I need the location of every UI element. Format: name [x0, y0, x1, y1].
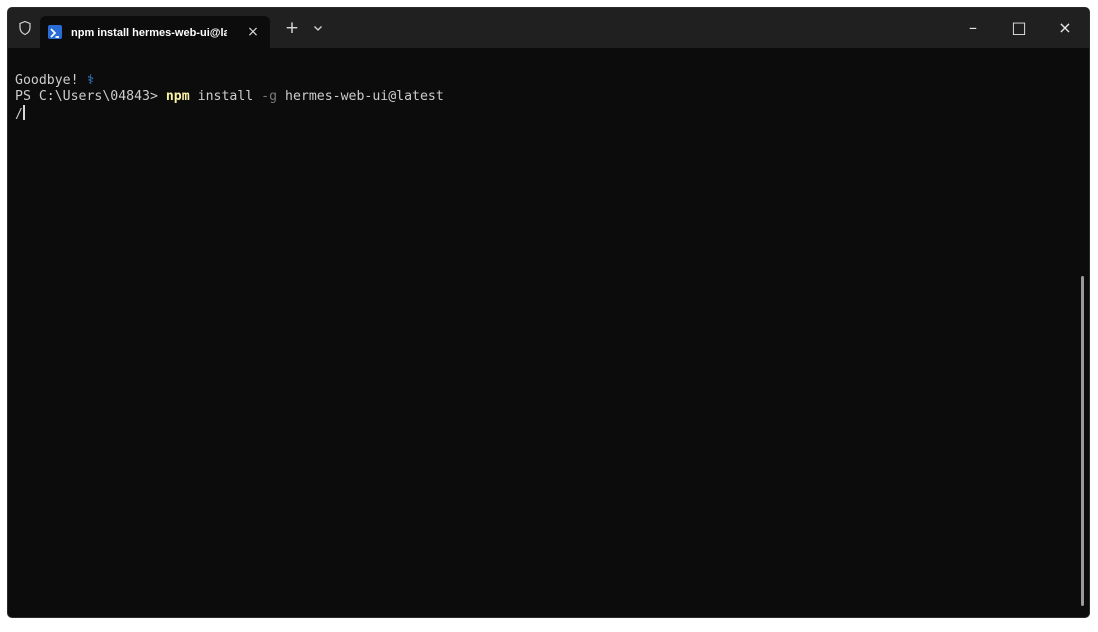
tab-terminal[interactable]: npm install hermes-web-ui@la ×: [40, 16, 270, 48]
terminal-output[interactable]: Goodbye! ⚕ PS C:\Users\04843> npm instal…: [8, 48, 1078, 617]
close-window-button[interactable]: ×: [1042, 8, 1088, 48]
goodbye-text: Goodbye!: [15, 73, 87, 88]
command-line: PS C:\Users\04843> npm install -g hermes…: [15, 89, 444, 105]
terminal-window: npm install hermes-web-ui@la × + – □ × G…: [8, 8, 1089, 617]
new-tab-button[interactable]: +: [283, 19, 301, 37]
prompt-text: PS C:\Users\04843>: [15, 89, 166, 104]
command-space: [277, 89, 285, 104]
command-install: install: [189, 89, 262, 104]
shield-icon[interactable]: [17, 20, 33, 36]
vertical-scrollbar[interactable]: [1081, 276, 1084, 606]
tab-title: npm install hermes-web-ui@la: [71, 27, 227, 39]
progress-line: /: [15, 105, 25, 122]
command-flag: -g: [261, 89, 278, 104]
command-package: hermes-web-ui@latest: [285, 89, 444, 104]
caduceus-icon: ⚕: [86, 73, 95, 88]
close-tab-button[interactable]: ×: [244, 23, 262, 41]
command-name: npm: [165, 89, 190, 104]
powershell-icon: [48, 25, 62, 39]
title-bar: npm install hermes-web-ui@la × + – □ ×: [8, 8, 1089, 48]
spinner-text: /: [15, 107, 23, 122]
output-line: Goodbye! ⚕: [15, 73, 94, 89]
minimize-button[interactable]: –: [950, 8, 996, 48]
chevron-down-icon[interactable]: [310, 20, 326, 36]
text-cursor: [22, 105, 25, 120]
maximize-button[interactable]: □: [996, 8, 1042, 48]
